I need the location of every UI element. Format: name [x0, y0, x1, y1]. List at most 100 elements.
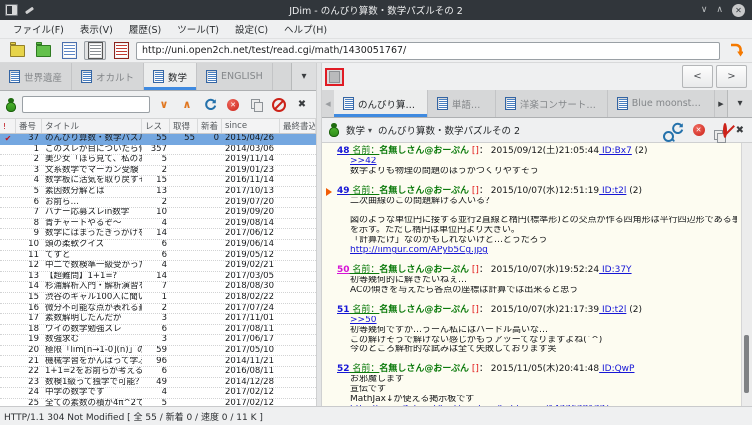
thread-filter-input[interactable]	[22, 96, 150, 113]
menu-settings[interactable]: 設定(C)	[228, 20, 275, 38]
menu-tools[interactable]: ツール(T)	[170, 20, 226, 38]
scrollbar-thumb[interactable]	[744, 335, 749, 393]
post: 51 名前：名無しさん@おーぷん []： 2015/10/07(水)21:17:…	[337, 304, 642, 355]
post-author-name: 名無しさん@おーぷん	[379, 146, 470, 156]
board-tab-occult[interactable]: オカルト	[72, 63, 145, 90]
table-row[interactable]: 15 渋谷のギャル100人に聞い 1 2018/02/22	[0, 293, 316, 304]
post-id-link[interactable]: ID:37Y	[599, 265, 632, 275]
board-tab-sekai-isan[interactable]: 世界遺産	[0, 63, 73, 90]
bbs-list-button[interactable]	[6, 41, 28, 60]
close-tab-button[interactable]: ✖	[736, 125, 744, 136]
stop-button[interactable]: ✕	[692, 124, 705, 136]
table-row[interactable]: 16 微分不可能な点が表れる最 2 2017/07/24	[0, 304, 316, 315]
table-row[interactable]: 14 杉浦解析入門・解析演習を 7 2018/08/30	[0, 282, 316, 293]
thread-list-view-button[interactable]	[58, 41, 80, 60]
favorites-button[interactable]	[32, 41, 54, 60]
menu-help[interactable]: ヘルプ(H)	[277, 20, 334, 38]
board-tab-overflow-button[interactable]: ▾	[291, 63, 316, 90]
post-date: ： 2015/10/07(水)12:51:19	[478, 185, 600, 196]
board-tab-english[interactable]: ENGLISH	[197, 63, 273, 90]
thread-tab-icon	[504, 97, 516, 110]
post-link[interactable]: http://iimgur.com/APyb5Cg.jpg	[350, 246, 488, 255]
table-row[interactable]: 12 中二で数検準一級受かった 4 2019/02/21	[0, 261, 316, 272]
abone-button[interactable]	[722, 122, 727, 138]
post-id-link[interactable]: ID:t2l	[599, 305, 626, 315]
post-number-link[interactable]: 51	[337, 305, 350, 315]
post-number-link[interactable]: 49	[337, 186, 350, 196]
close-tab-button[interactable]: ✖	[293, 96, 311, 114]
search-down-button[interactable]: ∨	[155, 96, 173, 114]
table-row[interactable]: 4 数学板に活気を取り戻すぞ 15 2016/11/14	[0, 176, 316, 187]
abone-button[interactable]	[270, 96, 288, 114]
thread-tab-nonbiri[interactable]: のんびり算数...	[334, 90, 428, 117]
col-last-write[interactable]: 最終書込	[280, 119, 316, 133]
table-row[interactable]: 221+1=2をお前らが考える最も62016/08/11	[0, 367, 316, 378]
table-row[interactable]: 17 素数解明したんだが 3 2017/11/01	[0, 314, 316, 325]
table-row[interactable]: 11 てすと 6 2019/05/12	[0, 251, 316, 262]
table-row[interactable]: 18 ワイの数学勉強スレ 6 2017/08/11	[0, 325, 316, 336]
post-id-link[interactable]: ID:Bx7	[599, 146, 632, 156]
post-number-link[interactable]: 52	[337, 364, 350, 374]
thread-tab-blue-moonstone[interactable]: Blue moonston...	[608, 90, 715, 117]
vertical-scrollbar[interactable]	[741, 143, 752, 406]
table-row[interactable]: 25 全ての素数の積が4π^2で 5 2017/02/12	[0, 399, 316, 406]
table-row[interactable]: ✔37のんびり算数・数学パズルその 2555502015/04/26	[0, 134, 316, 145]
open-url-button[interactable]	[724, 41, 746, 60]
post-date: ： 2015/09/12(土)21:05:44	[478, 146, 600, 156]
minimize-button[interactable]: ∨	[701, 5, 708, 15]
table-row[interactable]: 13 【超難問】1+1=? 14 2017/03/05	[0, 272, 316, 283]
col-res[interactable]: レス	[142, 119, 170, 133]
table-row[interactable]: 7 バナー応募スレin数学 10 2019/09/20	[0, 208, 316, 219]
table-row[interactable]: 6 お前ら… 2 2019/07/20	[0, 198, 316, 209]
window-close-button[interactable]: ✕	[732, 3, 745, 17]
maximize-button[interactable]: ∧	[716, 5, 723, 15]
col-since[interactable]: since	[222, 119, 280, 133]
thread-view-button[interactable]	[84, 41, 106, 60]
thread-tab-yougaku[interactable]: 洋楽コンサートスレ	[496, 90, 608, 117]
table-row[interactable]: 21 機械学習をがんばって学ぶ 96 2014/11/21	[0, 356, 316, 368]
table-row[interactable]: 5 素因数分解とは 13 2017/10/13	[0, 187, 316, 198]
thread-tab-tango[interactable]: 単語スレ	[428, 90, 496, 117]
tab-scroll-right-icon[interactable]: ▶	[715, 90, 727, 117]
stop-button[interactable]: ✕	[224, 96, 242, 114]
copy-button[interactable]	[247, 96, 265, 114]
thread-tab-overflow-button[interactable]: ▾	[727, 90, 752, 117]
col-mark[interactable]: !	[0, 119, 16, 133]
table-row[interactable]: 2美少女「ほら見て、私のおま52019/11/14	[0, 155, 316, 166]
post-number-link[interactable]: 48	[337, 146, 350, 156]
image-view-button[interactable]	[110, 41, 132, 60]
post-id-link[interactable]: ID:QwP	[599, 364, 635, 374]
col-title[interactable]: タイトル	[42, 119, 142, 133]
col-got[interactable]: 取得	[170, 119, 198, 133]
board-tab-math[interactable]: 数学	[144, 63, 198, 90]
table-row[interactable]: 1このスレが目についたら何か3572014/03/06	[0, 145, 316, 156]
table-row[interactable]: 20極限「lim[n→1-0](n)」の結592017/05/10	[0, 346, 316, 357]
post-link[interactable]: >>50	[350, 316, 377, 325]
col-number[interactable]: 番号	[16, 119, 42, 133]
post-link[interactable]: http://super2ch.net/test/read.cgi/kqbbzo…	[350, 405, 608, 406]
table-row[interactable]: 8 青チャートやるぞ〜 4 2019/08/14	[0, 219, 316, 230]
post-id-link[interactable]: ID:t2l	[599, 186, 626, 196]
table-row[interactable]: 24 中学の数学です 4 2017/02/12	[0, 388, 316, 399]
table-row[interactable]: 9 数学にはまったきっかけを 14 2017/06/12	[0, 229, 316, 240]
board-select[interactable]: 数学 ▾	[346, 123, 372, 138]
menu-view[interactable]: 表示(V)	[73, 20, 120, 38]
table-row[interactable]: 23 数検1級って独学で可能？ 49 2014/12/28	[0, 378, 316, 389]
post-number-link[interactable]: 50	[337, 265, 350, 275]
table-row[interactable]: 10 頭の柔軟クイズ 6 2019/06/14	[0, 240, 316, 251]
post-link[interactable]: >>42	[350, 157, 377, 166]
highlighted-toolbar-button[interactable]	[325, 67, 344, 86]
post-count: (2)	[631, 146, 648, 156]
next-pane-button[interactable]: >	[716, 65, 747, 88]
table-row[interactable]: 19 数強求む 3 2017/06/17	[0, 335, 316, 346]
reload-list-button[interactable]	[201, 96, 219, 114]
prev-pane-button[interactable]: <	[682, 65, 713, 88]
stop-icon: ✕	[227, 98, 239, 111]
search-up-button[interactable]: ∧	[178, 96, 196, 114]
tab-scroll-left-icon[interactable]: ◀	[322, 90, 334, 117]
url-input[interactable]	[136, 41, 720, 60]
table-row[interactable]: 3 文系数学でマーカン受験 2 2019/01/23	[0, 166, 316, 177]
col-new[interactable]: 新着	[198, 119, 222, 133]
menu-history[interactable]: 履歴(S)	[122, 20, 168, 38]
menu-file[interactable]: ファイル(F)	[6, 20, 71, 38]
